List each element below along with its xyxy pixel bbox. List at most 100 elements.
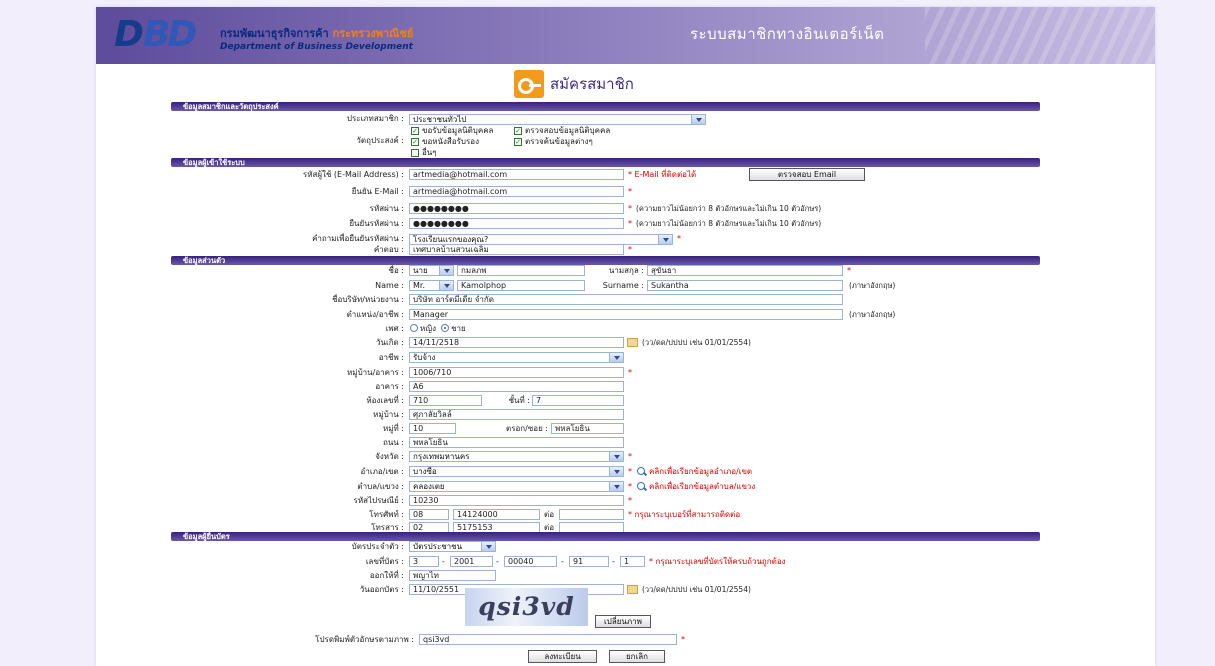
confirm-email-input[interactable]: artmedia@hotmail.com [409,186,624,197]
road-input[interactable]: พหลโยธิน [409,437,624,448]
card-number-part-5[interactable]: 1 [620,556,645,567]
member-type-value: ประชาชนทั่วไป [413,115,467,124]
header-banner: D BD กรมพัฒนาธุรกิจการค้า กระทรวงพาณิชย์ … [96,7,1155,64]
firstname-en-input[interactable]: Kamolphop [457,280,585,291]
postcode-label: รหัสไปรษณีย์ : [353,496,404,505]
confirm-password-input[interactable]: ●●●●●●●● [409,218,624,229]
section-card-title: ข้อมูลผู้ยื่นบัตร [183,532,230,541]
system-title: ระบบสมาชิกทางอินเตอร์เน็ต [690,25,885,43]
section-login-header: ข้อมูลผู้เข้าใช้ระบบ [171,158,1040,167]
card-type-select[interactable]: บัตรประชาชน [409,541,496,552]
village-label: หมู่บ้าน : [373,410,404,419]
required-mark: * [847,266,851,275]
member-type-label: ประเภทสมาชิก : [346,114,404,123]
floor-input[interactable]: 7 [532,395,624,406]
prefix-en-select[interactable]: Mr. [409,280,454,291]
purpose-checkbox-5[interactable] [411,149,419,157]
district-lookup-link[interactable]: คลิกเพื่อเรียกข้อมูลอำเภอ/เขต [649,466,752,478]
card-number-part-1[interactable]: 3 [409,556,439,567]
chevron-down-icon [439,266,453,275]
chevron-down-icon [609,482,623,491]
card-type-label: บัตรประจำตัว : [351,542,404,551]
postcode-input[interactable]: 10230 [409,495,624,506]
room-input[interactable]: 710 [409,395,482,406]
card-number-part-2[interactable]: 2001 [450,556,493,567]
road-label: ถนน : [382,438,404,447]
password-input[interactable]: ●●●●●●●● [409,203,624,214]
confirm-email-label: ยืนยัน E-Mail : [351,187,404,196]
birthdate-input[interactable]: 14/11/2518 [409,337,624,348]
moo-input[interactable]: 10 [409,423,456,434]
occupation-select[interactable]: รับจ้าง [409,352,624,363]
chevron-down-icon [658,235,672,244]
purpose-checkbox-3[interactable]: ✓ [411,138,419,146]
issue-date-note: (วว/ดด/ปปปป เช่น 01/01/2554) [642,585,751,594]
company-input[interactable]: บริษัท อาร์ตมีเดีย จำกัด [409,294,843,305]
search-icon[interactable] [636,482,646,492]
position-label: ตำแหน่ง/อาชีพ : [346,310,404,319]
lastname-en-input[interactable]: Sukantha [647,280,843,291]
search-icon[interactable] [636,467,646,477]
logo-letters-bd: BD [142,13,197,55]
prefix-th-value: นาย [413,266,428,275]
district-select[interactable]: บางซื่อ [409,466,624,477]
answer-input[interactable]: เทศบาลบ้านสวนเฉลิม [409,244,624,255]
purpose-checkbox-4[interactable]: ✓ [514,138,522,146]
gender-female-radio[interactable] [410,324,418,332]
security-question-value: โรงเรียนแรกของคุณ? [413,235,489,244]
english-note: (ภาษาอังกฤษ) [849,310,896,319]
phone-number-input[interactable]: 14124000 [453,509,540,520]
phone-label: โทรศัพท์ : [369,510,404,519]
cancel-button[interactable]: ยกเลิก [609,650,665,663]
submit-button[interactable]: ลงทะเบียน [528,650,597,663]
captcha-refresh-button[interactable]: เปลี่ยนภาพ [595,615,651,628]
district-label: อำเภอ/เขต : [360,467,404,476]
purpose-checkbox-1[interactable]: ✓ [411,127,419,135]
member-type-select[interactable]: ประชาชนทั่วไป [409,114,706,125]
issued-by-input[interactable]: พญาไท [409,570,496,581]
chevron-down-icon [609,467,623,476]
chevron-down-icon [481,542,495,551]
answer-label: คำตอบ : [373,245,404,254]
subdistrict-lookup-link[interactable]: คลิกเพื่อเรียกข้อมูลตำบล/แขวง [649,481,755,493]
lastname-en-label: Surname : [602,281,644,290]
phone-ext-input[interactable] [559,509,624,520]
purpose-label: วัตถุประสงค์ : [356,136,404,145]
calendar-icon[interactable] [627,338,638,347]
lastname-th-input[interactable]: สุขันธา [647,265,843,276]
section-login-title: ข้อมูลผู้เข้าใช้ระบบ [183,158,245,167]
required-mark: * [681,635,685,644]
check-email-button[interactable]: ตรวจสอบ Email [749,168,865,181]
village-input[interactable]: ศุภาลัยวิลล์ [409,409,624,420]
gender-male-radio[interactable] [441,324,450,332]
firstname-th-input[interactable]: กมลภพ [457,265,585,276]
chevron-down-icon [691,115,705,124]
separator: - [442,557,445,566]
name-th-label: ชื่อ : [388,266,404,275]
prefix-en-value: Mr. [413,281,425,290]
phone-ext-label: ต่อ [544,510,554,519]
page-title: สมัครสมาชิก [550,75,634,93]
address-input[interactable]: 1006/710 [409,367,624,378]
captcha-input[interactable]: qsi3vd [419,634,677,645]
birthdate-note: (วว/ดด/ปปปป เช่น 01/01/2554) [642,338,751,347]
card-number-part-4[interactable]: 91 [569,556,609,567]
registration-page: D BD กรมพัฒนาธุรกิจการค้า กระทรวงพาณิชย์ … [96,7,1155,666]
department-name: กรมพัฒนาธุรกิจการค้า กระทรวงพาณิชย์ Depa… [220,24,413,52]
email-input[interactable]: artmedia@hotmail.com [409,169,624,180]
calendar-icon[interactable] [627,585,638,594]
chevron-down-icon [609,353,623,362]
phone-area-input[interactable]: 08 [409,509,449,520]
position-input[interactable]: Manager [409,309,843,320]
building-input[interactable]: A6 [409,381,624,392]
required-mark: * [628,496,632,505]
name-en-label: Name : [375,281,404,290]
soi-input[interactable]: พหลโยธิน [551,423,624,434]
prefix-th-select[interactable]: นาย [409,265,454,276]
chevron-down-icon [439,281,453,290]
purpose-checkbox-2[interactable]: ✓ [514,127,522,135]
subdistrict-select[interactable]: คลองเตย [409,481,624,492]
card-number-part-3[interactable]: 00040 [504,556,557,567]
province-select[interactable]: กรุงเทพมหานคร [409,451,624,462]
soi-label: ตรอก/ซอย : [506,424,548,433]
